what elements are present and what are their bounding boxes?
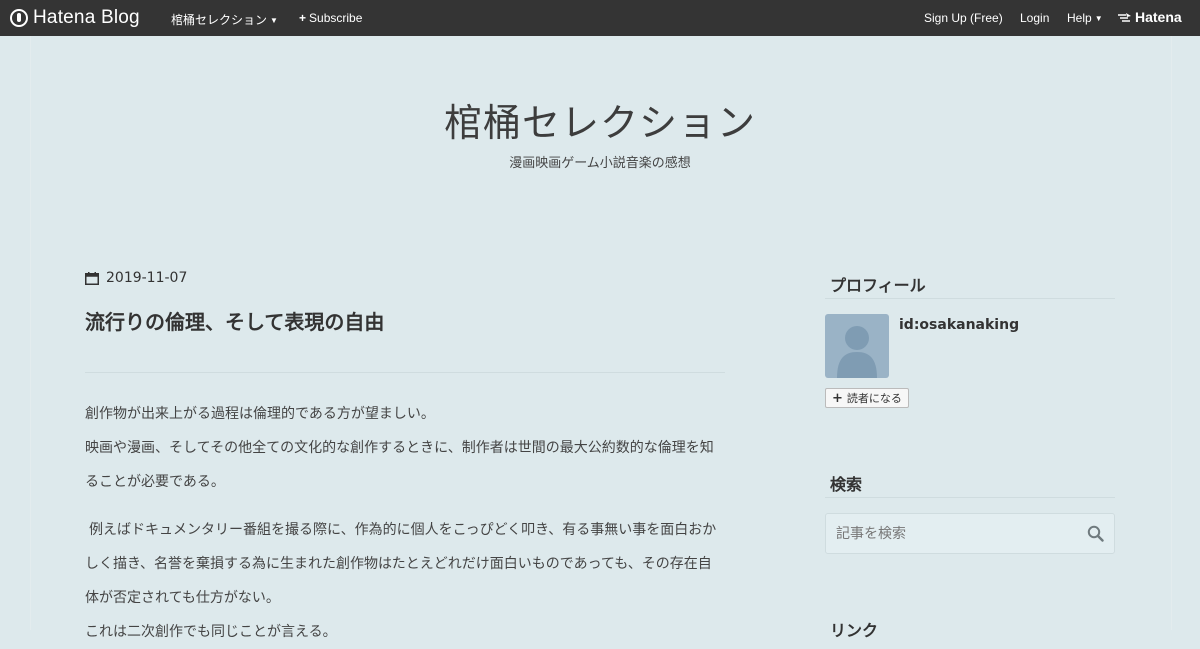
entry-date[interactable]: 2019-11-07 [85, 270, 187, 286]
hatena-blog-logo-icon [10, 9, 28, 27]
hatena-blog-logo-text: Hatena Blog [33, 7, 140, 28]
entry-paragraph: 創作物が出来上がる過程は倫理的である方が望ましい。 映画や漫画、そしてその他全て… [85, 397, 725, 499]
signup-link[interactable]: Sign Up (Free) [924, 11, 1003, 25]
search-heading-divider [825, 497, 1115, 498]
entry-paragraph-text: 創作物が出来上がる過程は倫理的である方が望ましい。 映画や漫画、そしてその他全て… [85, 406, 714, 490]
user-silhouette-icon [837, 326, 877, 378]
profile-id-link[interactable]: id:osakanaking [899, 317, 1019, 333]
subscribe-button[interactable]: + Subscribe [299, 11, 362, 25]
entry-divider [85, 372, 725, 373]
help-dropdown[interactable]: Help ▼ [1067, 11, 1103, 25]
entry-date-text: 2019-11-07 [106, 270, 188, 286]
links-heading: リンク [830, 621, 879, 640]
entry-content: 創作物が出来上がる過程は倫理的である方が望ましい。 映画や漫画、そしてその他全て… [85, 397, 725, 649]
profile-heading: プロフィール [830, 276, 926, 295]
plus-icon: + [299, 11, 307, 25]
hatena-logo[interactable]: Hatena [1118, 9, 1182, 25]
help-label: Help [1067, 11, 1092, 25]
entry-paragraph: 例えばドキュメンタリー番組を撮る際に、作為的に個人をこっぴどく叩き、有る事無い事… [85, 513, 725, 649]
search-input[interactable] [826, 514, 1096, 553]
search-icon[interactable] [1087, 525, 1104, 542]
search-form [825, 513, 1115, 554]
plus-icon: + [832, 390, 843, 406]
global-header: Hatena Blog 棺桶セレクション ▼ + Subscribe Sign Up… [0, 0, 1200, 36]
hatena-logo-text: Hatena [1135, 9, 1182, 25]
subscribe-label: Subscribe [309, 11, 363, 25]
subscribe-reader-button[interactable]: + 読者になる [825, 388, 909, 408]
caret-down-icon: ▼ [1094, 14, 1103, 23]
hatena-blog-logo[interactable]: Hatena Blog [10, 7, 140, 28]
blog-menu-label: 棺桶セレクション [171, 13, 268, 27]
avatar[interactable] [825, 314, 889, 378]
login-link[interactable]: Login [1020, 11, 1049, 25]
entry-paragraph-text: 例えばドキュメンタリー番組を撮る際に、作為的に個人をこっぴどく叩き、有る事無い事… [85, 522, 717, 640]
blog-description: 漫画映画ゲーム小説音楽の感想 [509, 156, 691, 171]
search-heading: 検索 [830, 475, 863, 494]
blog-title[interactable]: 棺桶セレクション [0, 92, 1200, 147]
calendar-icon [85, 271, 99, 285]
blog-menu-dropdown[interactable]: 棺桶セレクション ▼ [171, 11, 278, 28]
caret-down-icon: ▼ [270, 16, 278, 25]
entry-title[interactable]: 流行りの倫理、そして表現の自由 [85, 306, 384, 335]
hatena-bird-icon [1118, 13, 1131, 22]
reader-button-label: 読者になる [846, 392, 902, 405]
profile-heading-divider [825, 298, 1115, 299]
